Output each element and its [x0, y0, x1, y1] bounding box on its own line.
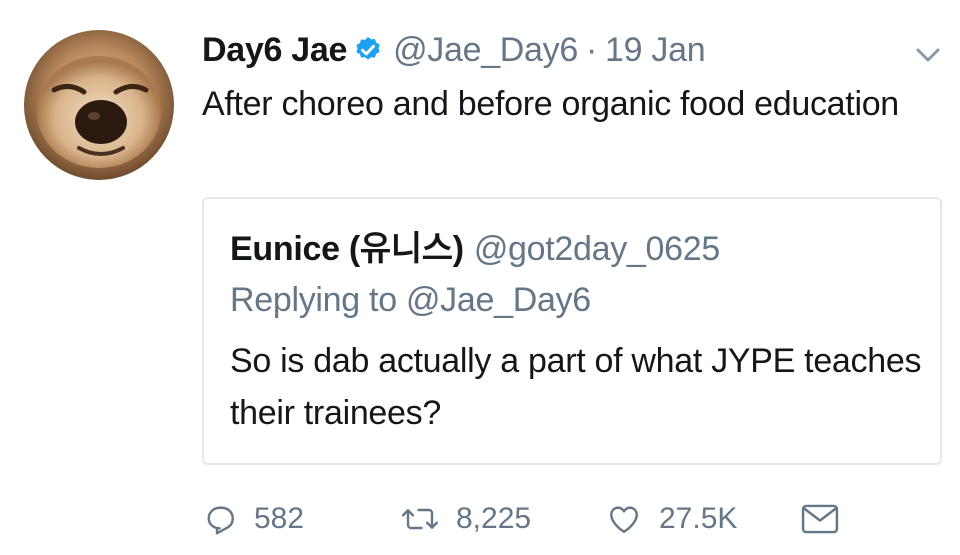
quoted-tweet-text: So is dab actually a part of what JYPE t… [230, 342, 922, 432]
chevron-down-icon[interactable] [910, 40, 946, 68]
tweet-text: After choreo and before organic food edu… [202, 85, 899, 123]
retweet-icon [400, 501, 440, 537]
reply-icon [202, 501, 238, 537]
like-count: 27.5K [659, 502, 738, 535]
like-button[interactable]: 27.5K [605, 501, 800, 537]
tweet-actions: 582 8,225 27.5K [202, 497, 840, 541]
quoted-tweet-card[interactable]: Eunice (유니스) @got2day_0625 Replying to @J… [202, 197, 942, 465]
retweet-count: 8,225 [456, 502, 532, 535]
user-handle[interactable]: @Jae_Day6 [393, 31, 578, 70]
reply-count: 582 [254, 502, 305, 535]
quoted-user-handle: @got2day_0625 [473, 230, 720, 268]
verified-badge-icon [353, 35, 383, 65]
quoted-tweet-header: Eunice (유니스) @got2day_0625 [230, 221, 720, 270]
heart-icon [605, 501, 643, 537]
envelope-icon [800, 502, 840, 536]
display-name[interactable]: Day6 Jae [202, 31, 347, 70]
reply-button[interactable]: 582 [202, 501, 400, 537]
tweet-date[interactable]: 19 Jan [605, 31, 706, 70]
separator: · [585, 30, 598, 69]
avatar-image [24, 30, 174, 180]
tweet-header: Day6 Jae @Jae_Day6 · 19 Jan [202, 28, 706, 72]
direct-message-button[interactable] [800, 502, 840, 536]
retweet-button[interactable]: 8,225 [400, 501, 605, 537]
replying-to: Replying to @Jae_Day6 [230, 281, 591, 319]
quoted-display-name: Eunice (유니스) [230, 230, 464, 268]
avatar[interactable] [24, 30, 174, 180]
